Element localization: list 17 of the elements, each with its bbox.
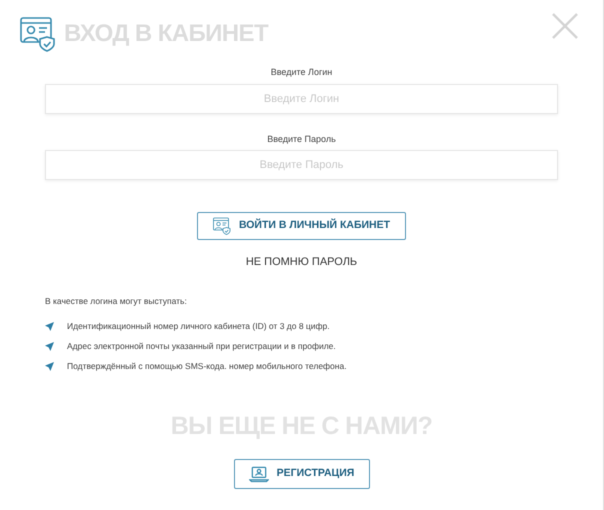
id-card-icon bbox=[212, 217, 231, 235]
paper-plane-icon bbox=[45, 342, 54, 351]
info-text: В качестве логина могут выступать: bbox=[45, 294, 188, 308]
register-button[interactable]: РЕГИСТРАЦИЯ bbox=[234, 458, 370, 489]
laptop-user-icon bbox=[248, 464, 269, 484]
paper-plane-icon bbox=[45, 322, 54, 331]
close-button[interactable] bbox=[551, 12, 579, 40]
id-card-icon bbox=[20, 16, 56, 52]
field-label: Введите Логин bbox=[270, 66, 332, 79]
paper-plane-icon bbox=[45, 362, 54, 371]
login-button[interactable]: ВОЙТИ В ЛИЧНЫЙ КАБИНЕТ bbox=[197, 212, 406, 240]
info-item: Подтверждённый с помощью SMS-кода. номер мобильного телефона. bbox=[67, 360, 347, 373]
info-item: Адрес электронной почты указанный при регистрации и в профиле. bbox=[67, 340, 336, 353]
forgot-password-link[interactable]: НЕ ПОМНЮ ПАРОЛЬ bbox=[246, 254, 358, 270]
close-icon bbox=[551, 12, 579, 40]
field-label: Введите Пароль bbox=[267, 132, 336, 146]
info-item: Идентификационный номер личного кабинета (ID) от 3 до 8 цифр. bbox=[67, 320, 330, 333]
